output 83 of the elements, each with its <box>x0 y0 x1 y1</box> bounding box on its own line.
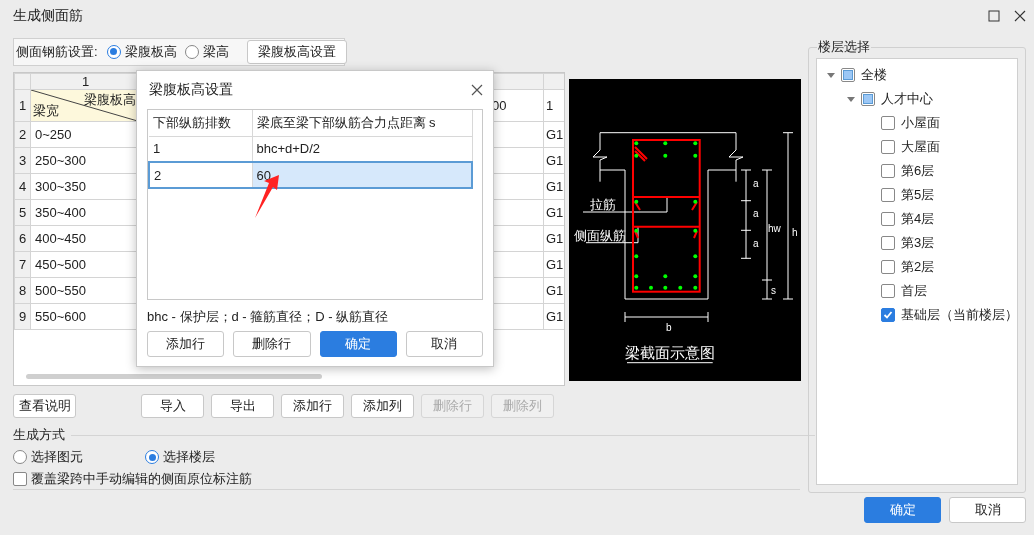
radio-button[interactable] <box>106 44 121 59</box>
button[interactable]: 取消 <box>405 331 483 357</box>
dialog-title: 梁腹板高设置 <box>149 81 234 99</box>
button[interactable]: 取消 <box>949 497 1026 523</box>
expand-arrow-icon[interactable] <box>847 95 855 103</box>
button[interactable]: 添加行 <box>147 331 225 357</box>
header-label: 梁腹板高 <box>84 90 136 109</box>
row-number: 4 <box>14 173 31 200</box>
close-icon[interactable] <box>1014 10 1026 22</box>
tree-item[interactable]: 小屋面 <box>901 114 940 132</box>
button[interactable]: 添加列 <box>351 394 414 418</box>
diagram-label: h <box>792 227 798 238</box>
radio-label: 梁腹板高 <box>124 42 177 61</box>
table-row[interactable]: 2 60 <box>149 162 472 188</box>
diagram-label: a <box>753 238 759 249</box>
button[interactable]: 确定 <box>319 331 397 357</box>
tree-item[interactable]: 大屋面 <box>901 138 940 156</box>
button[interactable]: 确定 <box>864 497 941 523</box>
table-cell[interactable]: 60 <box>252 162 472 188</box>
tree-item[interactable]: 第6层 <box>901 162 935 180</box>
column-header: 下部纵筋排数 <box>149 110 252 136</box>
row-number: 9 <box>14 303 31 330</box>
diagram-label: a <box>753 178 759 189</box>
diagram-label: 侧面纵筋 <box>574 228 626 243</box>
checkbox[interactable] <box>881 308 895 322</box>
row-number: 2 <box>14 121 31 148</box>
row-number: 7 <box>14 251 31 278</box>
checkbox-label: 覆盖梁跨中手动编辑的侧面原位标注筋 <box>31 470 252 488</box>
header-label: 梁宽 <box>33 101 59 120</box>
tree-item[interactable]: 第4层 <box>901 210 935 228</box>
button[interactable]: 导出 <box>211 394 274 418</box>
row-number: 1 <box>14 89 31 122</box>
expand-arrow-icon[interactable] <box>827 71 835 79</box>
column-header: 梁底至梁下部纵筋合力点距离 s <box>252 110 472 136</box>
button[interactable]: 导入 <box>141 394 204 418</box>
row-number: 6 <box>14 225 31 252</box>
diagram-label: 梁截面示意图 <box>624 344 715 361</box>
diagram-label: 拉筋 <box>590 197 616 212</box>
column-header: 1 <box>81 74 90 89</box>
row-number: 5 <box>14 199 31 226</box>
checkbox[interactable] <box>881 164 895 178</box>
checkbox[interactable] <box>861 92 875 106</box>
radio-label: 梁高 <box>202 42 229 61</box>
radio-label: 选择图元 <box>31 448 83 466</box>
radio-label: 选择楼层 <box>163 448 215 466</box>
checkbox[interactable] <box>881 116 895 130</box>
tree-item[interactable]: 第3层 <box>901 234 935 252</box>
checkbox[interactable] <box>881 284 895 298</box>
tree-item[interactable]: 全楼 <box>861 66 887 84</box>
section-title: 生成方式 <box>13 426 65 444</box>
panel-title: 楼层选择 <box>817 39 871 55</box>
tree-item[interactable]: 第2层 <box>901 258 935 276</box>
checkbox[interactable] <box>881 236 895 250</box>
diagram-label: b <box>666 322 672 333</box>
tree-item[interactable]: 人才中心 <box>881 90 933 108</box>
checkbox[interactable] <box>881 188 895 202</box>
radio-button[interactable] <box>145 450 159 464</box>
radio-button[interactable] <box>13 450 27 464</box>
button[interactable]: 删除行 <box>233 331 311 357</box>
scrollbar[interactable] <box>26 374 322 379</box>
close-icon[interactable] <box>471 84 483 96</box>
setting-label: 侧面钢筋设置: <box>16 42 98 61</box>
settings-button[interactable]: 梁腹板高设置 <box>246 39 347 64</box>
radio-button[interactable] <box>184 44 199 59</box>
row-number: 8 <box>14 277 31 304</box>
diagram-label: s <box>771 285 776 296</box>
button[interactable]: 查看说明 <box>13 394 76 418</box>
tree-item[interactable]: 基础层（当前楼层） <box>901 306 1018 324</box>
row-number: 3 <box>14 147 31 174</box>
maximize-icon[interactable] <box>988 10 1000 22</box>
button[interactable]: 添加行 <box>281 394 344 418</box>
tree-item[interactable]: 首层 <box>901 282 927 300</box>
checkbox[interactable] <box>881 140 895 154</box>
tree-item[interactable]: 第5层 <box>901 186 935 204</box>
diagram-label: hw <box>768 223 781 234</box>
window-title: 生成侧面筋 <box>13 7 84 25</box>
checkbox[interactable] <box>881 212 895 226</box>
checkbox[interactable] <box>841 68 855 82</box>
checkbox[interactable] <box>881 260 895 274</box>
diagram-label: a <box>753 208 759 219</box>
checkbox[interactable] <box>13 472 27 486</box>
table-cell[interactable]: 2 <box>149 162 252 188</box>
note-text: bhc - 保护层；d - 箍筋直径；D - 纵筋直径 <box>147 308 390 326</box>
